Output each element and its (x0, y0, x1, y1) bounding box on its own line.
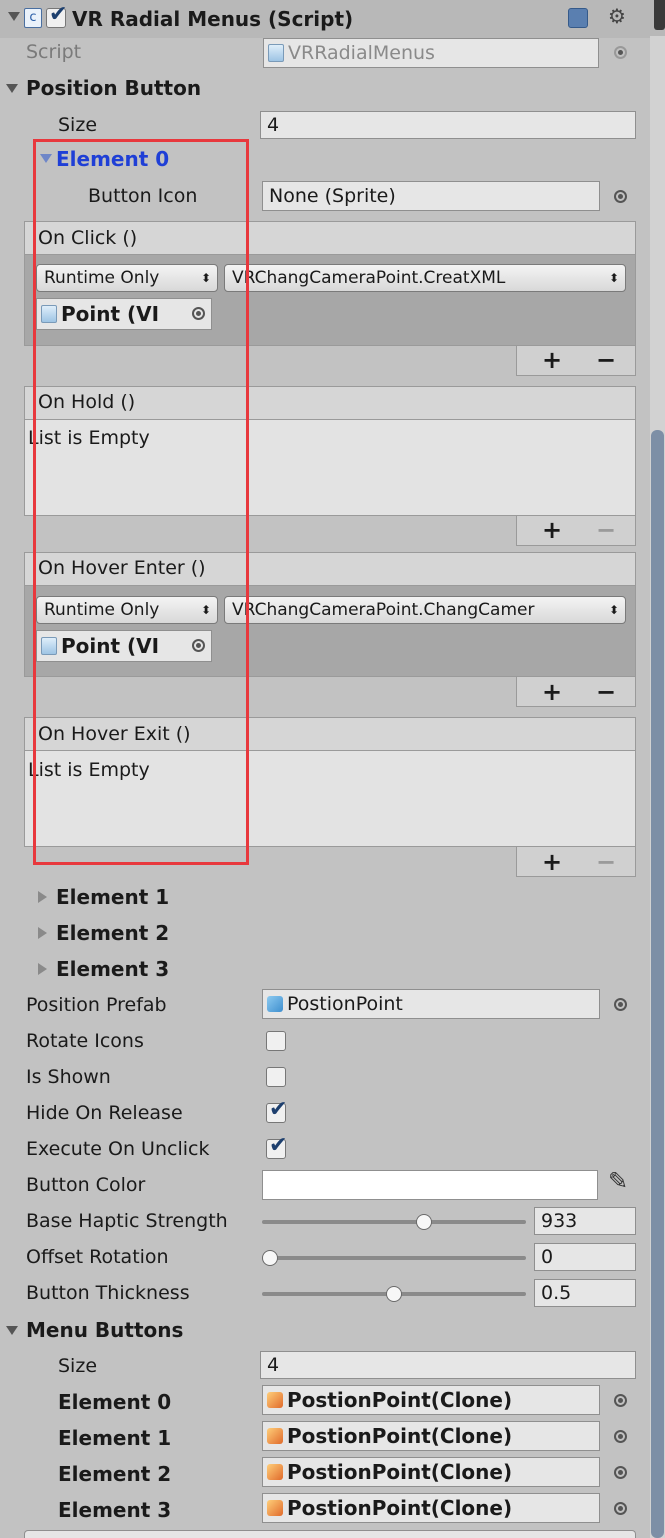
base-haptic-field[interactable]: 933 (534, 1207, 636, 1235)
menu-element1-label: Element 1 (58, 1426, 172, 1450)
component-title: VR Radial Menus (Script) (72, 7, 354, 31)
execute-on-unclick-label: Execute On Unclick (26, 1138, 210, 1160)
button-color-label: Button Color (26, 1174, 146, 1196)
menu-element3-value: PostionPoint(Clone) (287, 1496, 513, 1520)
on-click-remove-button[interactable]: − (596, 348, 616, 372)
hide-on-release-checkbox[interactable]: ✔ (266, 1099, 287, 1123)
inspector-edge (654, 0, 665, 30)
button-thickness-label: Button Thickness (26, 1282, 190, 1304)
menu-element3-field[interactable]: PostionPoint(Clone) (262, 1493, 600, 1523)
menu-element0-field[interactable]: PostionPoint(Clone) (262, 1385, 600, 1415)
button-thickness-slider-thumb[interactable] (386, 1286, 402, 1302)
script-value: VRRadialMenus (288, 42, 435, 64)
menu-size-label: Size (58, 1355, 98, 1377)
button-icon-picker-icon[interactable] (614, 190, 627, 203)
on-hover-enter-remove-button[interactable]: − (596, 680, 616, 704)
menu-element3-picker-icon[interactable] (614, 1502, 627, 1515)
position-prefab-field[interactable]: PostionPoint (262, 989, 600, 1019)
base-haptic-slider-thumb[interactable] (415, 1214, 432, 1230)
on-hold-remove-button[interactable]: − (596, 518, 616, 542)
position-prefab-picker-icon[interactable] (614, 998, 627, 1011)
base-haptic-label: Base Haptic Strength (26, 1212, 228, 1231)
settings-gear-icon[interactable]: ⚙ (608, 6, 626, 26)
on-hover-enter-function-dropdown[interactable]: VRChangCameraPoint.ChangCamer ⬍ (224, 596, 626, 624)
position-prefab-label: Position Prefab (26, 994, 167, 1016)
checkmark-icon: ✔ (269, 1097, 288, 1122)
element2-foldout-icon[interactable] (38, 927, 47, 939)
hide-on-release-label: Hide On Release (26, 1102, 183, 1124)
button-thickness-field[interactable]: 0.5 (534, 1279, 636, 1307)
script-file-icon (268, 44, 284, 62)
menu-element2-field[interactable]: PostionPoint(Clone) (262, 1457, 600, 1487)
menu-element2-value: PostionPoint(Clone) (287, 1460, 513, 1484)
on-click-add-button[interactable]: + (542, 348, 562, 372)
eyedropper-icon[interactable]: ✎ (608, 1169, 628, 1193)
offset-rotation-slider-track[interactable] (262, 1256, 526, 1260)
offset-rotation-label: Offset Rotation (26, 1246, 169, 1268)
on-click-footer (516, 346, 636, 376)
rotate-icons-checkbox[interactable] (266, 1031, 286, 1051)
menu-buttons-label: Menu Buttons (26, 1318, 184, 1342)
button-color-swatch[interactable] (262, 1170, 598, 1200)
element2-label[interactable]: Element 2 (56, 923, 169, 943)
menu-element1-picker-icon[interactable] (614, 1430, 627, 1443)
component-enabled-checkbox[interactable]: ✔ (46, 4, 67, 28)
element3-foldout-icon[interactable] (38, 963, 47, 975)
size-label: Size (58, 114, 98, 136)
help-icon[interactable] (568, 8, 588, 28)
offset-rotation-field[interactable]: 0 (534, 1243, 636, 1271)
scrollbar-thumb[interactable] (651, 430, 664, 1538)
menu-element0-value: PostionPoint(Clone) (287, 1388, 513, 1412)
size-field[interactable]: 4 (260, 111, 636, 139)
on-hold-footer (516, 516, 636, 546)
element1-foldout-icon[interactable] (38, 891, 47, 903)
on-hover-exit-footer (516, 847, 636, 877)
base-haptic-slider-track[interactable] (262, 1220, 526, 1224)
rotate-icons-label: Rotate Icons (26, 1030, 144, 1052)
menu-element1-value: PostionPoint(Clone) (287, 1424, 513, 1448)
component-foldout-arrow[interactable] (8, 12, 20, 21)
script-label: Script (26, 41, 82, 63)
menu-size-field[interactable]: 4 (260, 1351, 636, 1379)
position-prefab-value: PostionPoint (287, 993, 403, 1015)
prefab-instance-icon (267, 1500, 283, 1516)
script-picker-icon (614, 46, 627, 59)
menu-element2-picker-icon[interactable] (614, 1466, 627, 1479)
menu-buttons-foldout-icon[interactable] (6, 1326, 18, 1335)
bottom-field-edge (24, 1530, 636, 1538)
prefab-instance-icon (267, 1464, 283, 1480)
prefab-instance-icon (267, 1428, 283, 1444)
dropdown-arrow-icon: ⬍ (608, 271, 619, 285)
checkmark-icon: ✔ (269, 1133, 288, 1158)
execute-on-unclick-checkbox[interactable]: ✔ (266, 1135, 287, 1159)
menu-element0-picker-icon[interactable] (614, 1394, 627, 1407)
element3-label[interactable]: Element 3 (56, 959, 169, 979)
on-hover-exit-remove-button[interactable]: − (596, 850, 616, 874)
is-shown-label: Is Shown (26, 1066, 111, 1088)
on-hover-exit-add-button[interactable]: + (542, 850, 562, 874)
script-field: VRRadialMenus (263, 38, 599, 68)
menu-element1-field[interactable]: PostionPoint(Clone) (262, 1421, 600, 1451)
is-shown-checkbox[interactable] (266, 1067, 286, 1087)
menu-element3-label: Element 3 (58, 1498, 172, 1522)
script-icon: c (24, 8, 42, 28)
prefab-instance-icon (267, 1392, 283, 1408)
on-hover-enter-function-text: VRChangCameraPoint.ChangCamer (232, 600, 535, 620)
on-hold-add-button[interactable]: + (542, 518, 562, 542)
on-click-function-text: VRChangCameraPoint.CreatXML (232, 268, 506, 288)
position-button-label: Position Button (26, 76, 202, 100)
offset-rotation-slider-thumb[interactable] (262, 1250, 278, 1266)
on-click-function-dropdown[interactable]: VRChangCameraPoint.CreatXML ⬍ (224, 264, 626, 292)
button-icon-field[interactable]: None (Sprite) (262, 181, 600, 211)
menu-element0-label: Element 0 (58, 1390, 172, 1414)
highlight-annotation-box (33, 139, 249, 865)
prefab-cube-icon (267, 996, 283, 1012)
element1-label[interactable]: Element 1 (56, 887, 169, 907)
on-hover-enter-add-button[interactable]: + (542, 680, 562, 704)
dropdown-arrow-icon: ⬍ (608, 603, 619, 617)
position-button-foldout-icon[interactable] (6, 84, 18, 93)
on-hover-enter-footer (516, 677, 636, 707)
menu-element2-label: Element 2 (58, 1462, 172, 1486)
